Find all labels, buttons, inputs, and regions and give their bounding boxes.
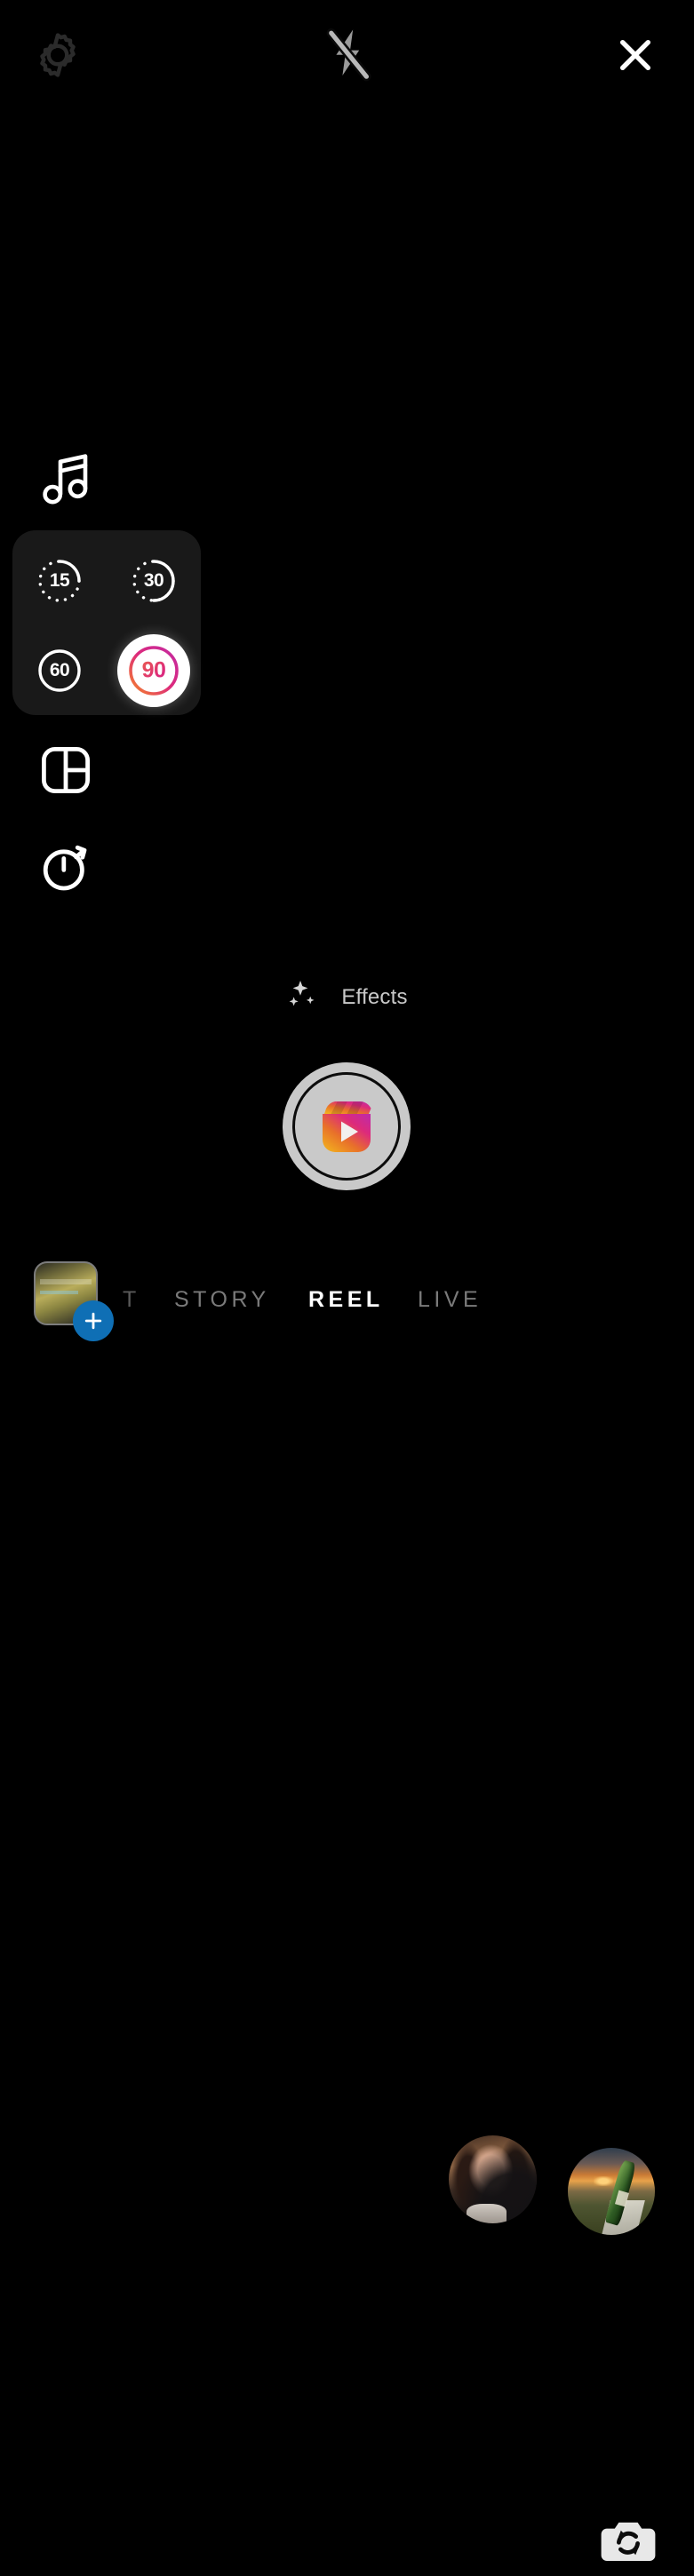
music-note-icon	[41, 450, 92, 510]
scene-sun	[594, 2176, 613, 2187]
effects-button[interactable]: Effects	[0, 976, 694, 1019]
effect-thumbnail-portrait-image	[449, 2135, 537, 2223]
duration-option-15[interactable]: 15	[12, 536, 107, 625]
close-x-icon	[612, 32, 658, 83]
audio-button[interactable]	[37, 449, 96, 511]
portrait-collar	[466, 2204, 507, 2223]
timer-stopwatch-icon	[40, 841, 92, 895]
duration-label-30: 30	[143, 569, 164, 591]
effect-thumbnail-sunset-bottle[interactable]	[568, 2148, 655, 2235]
reels-clapperboard-icon	[314, 1093, 379, 1159]
mode-tab-live[interactable]: LIVE	[418, 1287, 482, 1313]
top-bar	[0, 0, 694, 114]
bottom-bar: T STORY REEL LIVE	[0, 1247, 694, 2561]
duration-panel: 15 30 60 90	[12, 530, 201, 715]
duration-option-60[interactable]: 60	[12, 625, 107, 715]
close-button[interactable]	[608, 29, 663, 84]
layout-button[interactable]	[39, 746, 92, 798]
effect-thumbnail-sunset-bottle-image	[568, 2148, 655, 2235]
effects-label: Effects	[341, 985, 408, 1009]
gear-icon	[33, 30, 83, 84]
effect-thumbnail-portrait[interactable]	[449, 2135, 537, 2223]
duration-label-15: 15	[49, 569, 70, 591]
duration-option-30[interactable]: 30	[107, 536, 201, 625]
mode-tab-post[interactable]: T	[123, 1287, 140, 1313]
capture-row	[0, 1062, 694, 2235]
mode-selector: T STORY REEL LIVE	[0, 1277, 694, 1322]
duration-label-90: 90	[117, 657, 190, 683]
record-button[interactable]	[283, 1062, 411, 1190]
mode-tab-reel[interactable]: REEL	[308, 1287, 384, 1313]
duration-option-90[interactable]: 90	[107, 625, 201, 715]
flash-off-icon	[322, 26, 375, 89]
layout-grid-icon	[40, 745, 92, 799]
timer-button[interactable]	[39, 842, 92, 894]
camera-screen: 15 30 60 90 Effects T STORY REEL LIVE	[0, 0, 694, 2561]
settings-button[interactable]	[30, 29, 85, 84]
flash-toggle-button[interactable]	[319, 25, 378, 89]
sparkles-icon	[286, 978, 325, 1018]
camera-flip-icon	[596, 2508, 660, 2576]
flip-camera-button[interactable]	[595, 2508, 661, 2574]
mode-tab-story[interactable]: STORY	[174, 1287, 270, 1313]
duration-label-60: 60	[49, 659, 70, 680]
